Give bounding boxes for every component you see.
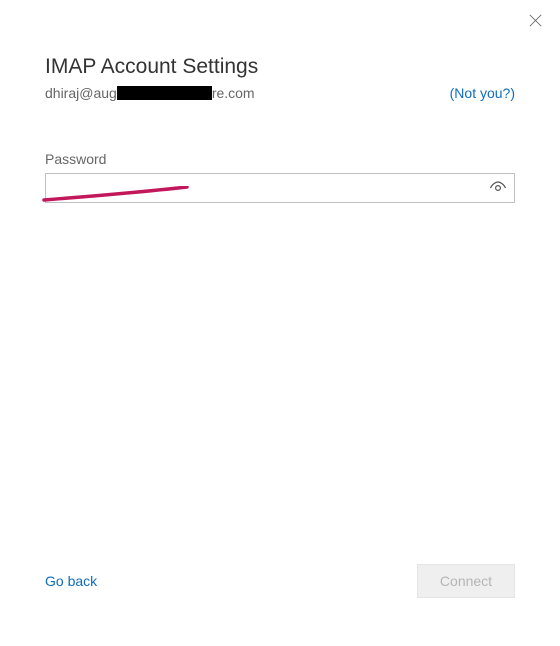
email-redacted xyxy=(117,86,212,100)
password-label: Password xyxy=(45,151,515,167)
eye-icon xyxy=(489,179,507,197)
connect-button[interactable]: Connect xyxy=(417,564,515,598)
not-you-link[interactable]: (Not you?) xyxy=(450,85,515,101)
close-button[interactable] xyxy=(525,10,545,30)
email-address: dhiraj@aug re.com xyxy=(45,85,255,101)
show-password-button[interactable] xyxy=(489,179,507,197)
password-input[interactable] xyxy=(45,173,515,203)
email-suffix: re.com xyxy=(212,85,255,101)
email-prefix: dhiraj@aug xyxy=(45,85,117,101)
close-icon xyxy=(529,14,542,27)
go-back-link[interactable]: Go back xyxy=(45,573,97,589)
password-field-wrapper xyxy=(45,173,515,203)
page-title: IMAP Account Settings xyxy=(45,55,515,79)
